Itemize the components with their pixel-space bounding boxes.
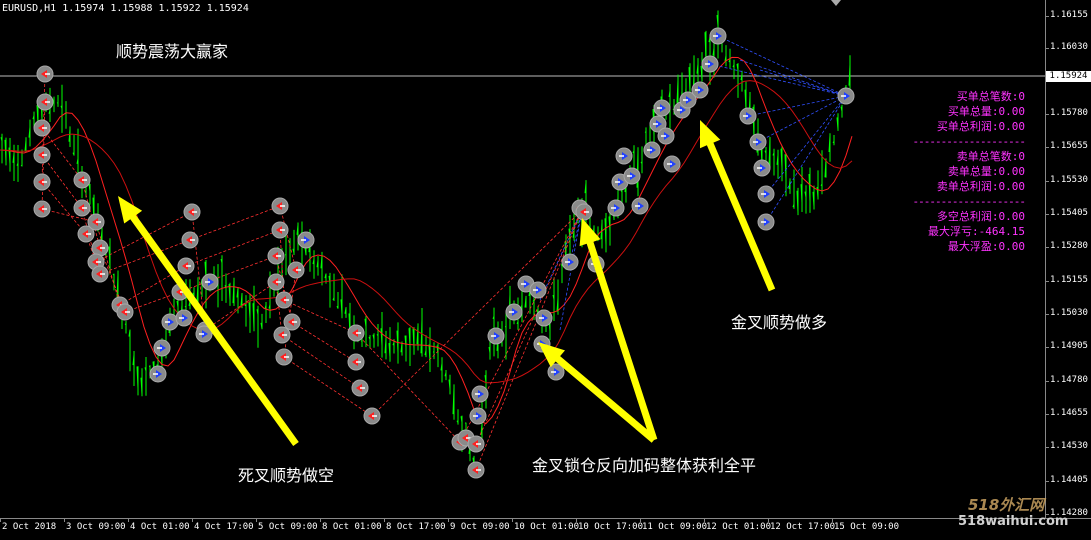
buy-count: 买单总笔数:0 [913,89,1025,104]
price-tick-mark [1046,147,1049,148]
hedge-line [100,240,190,274]
golden-cross-long-label: 金叉顺势做多 [731,309,827,333]
total-profit: 多空总利润:0.00 [913,209,1025,224]
time-tick-mark [512,519,513,522]
time-tick-mark [384,519,385,522]
ma-fast-line [0,57,852,423]
price-tick-label: 1.16155 [1050,10,1088,20]
hedge-line [280,230,284,300]
price-tick-mark [1046,314,1049,315]
stats-separator: -------------------- [913,134,1025,149]
time-tick-mark [768,519,769,522]
price-tick-label: 1.15030 [1050,308,1088,318]
time-tick-label: 15 Oct 09:00 [834,522,899,532]
price-tick-label: 1.16030 [1050,42,1088,52]
candle-tick [645,132,646,133]
price-tick-label: 1.15530 [1050,175,1088,185]
time-tick-mark [320,519,321,522]
golden-cross-lock-label: 金叉锁仓反向加码整体获利全平 [532,452,756,476]
hedge-line [186,230,280,266]
hedge-line [740,60,846,96]
max-float-profit: 最大浮盈:0.00 [913,239,1025,254]
chart-area[interactable]: EURUSD,H1 1.15974 1.15988 1.15922 1.1592… [0,0,1045,518]
time-tick-label: 3 Oct 09:00 [66,522,126,532]
time-tick-label: 5 Oct 09:00 [258,522,318,532]
time-tick-mark [192,519,193,522]
price-tick-mark [1046,381,1049,382]
time-tick-mark [128,519,129,522]
time-tick-label: 9 Oct 09:00 [450,522,510,532]
price-tick-label: 1.15780 [1050,108,1088,118]
buy-volume: 买单总量:0.00 [913,104,1025,119]
time-tick-mark [704,519,705,522]
watermark-url: 518waihui.com [958,514,1068,529]
time-tick-mark [64,519,65,522]
hedge-line [760,70,846,96]
price-tick-label: 1.15155 [1050,275,1088,285]
stats-separator: -------------------- [913,194,1025,209]
price-tick-mark [1046,16,1049,17]
watermark-logo: 518外汇网 [968,494,1044,515]
hedge-line [292,322,356,362]
time-axis[interactable]: 2 Oct 2018 3 Oct 09:00 4 Oct 01:00 4 Oct 17… [0,518,1091,540]
price-tick-label: 1.14530 [1050,441,1088,451]
candle-tick [21,165,22,166]
price-tick-mark [1046,114,1049,115]
price-tick-label: 1.14780 [1050,375,1088,385]
chart-shift-marker[interactable] [831,0,841,6]
sell-count: 卖单总笔数:0 [913,149,1025,164]
buy-profit: 买单总利润:0.00 [913,119,1025,134]
strategy-title: 顺势震荡大赢家 [116,38,228,62]
time-tick-label: 2 Oct 2018 [2,522,56,532]
price-tick-mark [1046,481,1049,482]
price-tick-mark [1046,447,1049,448]
price-tick-mark [1046,181,1049,182]
price-chart-canvas[interactable] [0,0,1045,518]
hedge-line [284,270,296,357]
price-tick-mark [1046,214,1049,215]
sell-volume: 卖单总量:0.00 [913,164,1025,179]
time-tick-mark [640,519,641,522]
symbol-info: EURUSD,H1 1.15974 1.15988 1.15922 1.1592… [2,3,249,14]
death-cross-label: 死叉顺势做空 [238,462,334,486]
time-tick-label: 12 Oct 01:00 [706,522,771,532]
time-tick-label: 8 Oct 01:00 [322,522,382,532]
hedge-line [125,292,180,312]
price-tick-mark [1046,414,1049,415]
sell-profit: 卖单总利润:0.00 [913,179,1025,194]
price-tick-label: 1.15280 [1050,241,1088,251]
hedge-line [460,210,582,442]
price-tick-mark [1046,247,1049,248]
time-tick-mark [576,519,577,522]
candle-tick [125,324,126,325]
time-tick-label: 4 Oct 01:00 [130,522,190,532]
time-tick-label: 11 Oct 09:00 [642,522,707,532]
candle-tick [113,274,114,275]
time-tick-mark [448,519,449,522]
time-tick-mark [0,519,1,522]
price-tick-label: 1.14405 [1050,475,1088,485]
hedge-line [758,96,846,142]
time-tick-mark [832,519,833,522]
price-tick-label: 1.14655 [1050,408,1088,418]
time-tick-label: 8 Oct 17:00 [386,522,446,532]
time-tick-label: 10 Oct 01:00 [514,522,579,532]
price-tick-label: 1.15655 [1050,141,1088,151]
price-tick-mark [1046,48,1049,49]
time-tick-mark [256,519,257,522]
time-tick-label: 12 Oct 17:00 [770,522,835,532]
price-tick-label: 1.14905 [1050,341,1088,351]
stats-panel: 买单总笔数:0 买单总量:0.00 买单总利润:0.00 -----------… [913,89,1025,254]
price-tick-mark [1046,281,1049,282]
max-float-loss: 最大浮亏:-464.15 [913,224,1025,239]
current-price-label: 1.15924 [1046,71,1091,82]
hedge-line [356,333,460,442]
price-tick-label: 1.15405 [1050,208,1088,218]
time-tick-label: 4 Oct 17:00 [194,522,254,532]
time-tick-label: 10 Oct 17:00 [578,522,643,532]
price-tick-mark [1046,347,1049,348]
